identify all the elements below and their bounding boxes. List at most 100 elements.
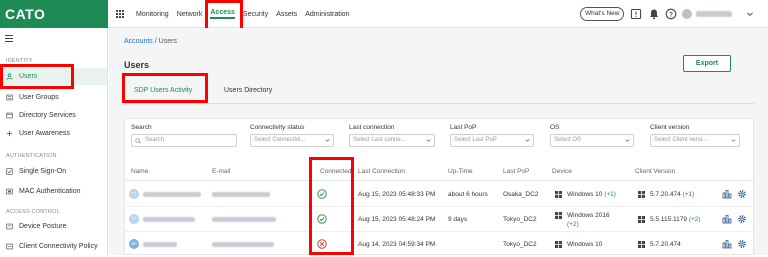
- device-value: Windows 10: [567, 241, 602, 248]
- filter-search-label: Search: [131, 124, 152, 131]
- error-circle-icon: [317, 239, 327, 249]
- user-avatar[interactable]: [682, 9, 692, 19]
- chevron-down-icon[interactable]: [746, 10, 754, 18]
- connectivity-status-select[interactable]: Select Connectivi...: [250, 134, 334, 147]
- sidebar-item-user-groups[interactable]: User Groups: [0, 89, 107, 106]
- chevron-down-icon: [325, 139, 330, 142]
- breadcrumb-accounts[interactable]: Accounts: [124, 38, 153, 45]
- last-pop-placeholder: Select Last PoP: [454, 137, 497, 143]
- svg-text:?: ?: [669, 11, 673, 18]
- section-access-control: ACCESS CONTROL: [6, 209, 60, 215]
- breadcrumb: Accounts / Users: [124, 38, 177, 45]
- col-connected[interactable]: Connected: [320, 168, 351, 175]
- nav-network[interactable]: Network: [177, 11, 203, 18]
- table-header: Name E-mail Connected Last Connection Up…: [125, 163, 753, 181]
- windows-icon: [555, 241, 562, 248]
- top-navigation: Monitoring Network Access Security Asset…: [136, 0, 358, 28]
- sidebar-item-device-posture[interactable]: Device Posture: [0, 218, 107, 235]
- nav-assets[interactable]: Assets: [276, 11, 297, 18]
- device-name: Windows 10: [567, 241, 603, 248]
- sidebar-item-label: Directory Services: [19, 112, 76, 119]
- client-version-value: 5.5.115.1179 (+2): [650, 216, 701, 223]
- last-pop-value: Osaka_DC2: [503, 191, 539, 198]
- bar-chart-icon[interactable]: [722, 214, 732, 224]
- plus-icon: [6, 130, 13, 137]
- email-redacted: [212, 242, 274, 247]
- avatar: TT: [129, 214, 139, 224]
- windows-icon: [555, 212, 562, 219]
- menu-icon[interactable]: [5, 35, 13, 42]
- windows-icon: [638, 216, 645, 223]
- col-up-time[interactable]: Up-Time: [448, 168, 473, 175]
- name-redacted: [143, 217, 195, 222]
- filter-last-connection-label: Last connection: [349, 124, 395, 131]
- tab-divider: [124, 103, 754, 104]
- sidebar-item-single-sign-on[interactable]: Single Sign-On: [0, 163, 107, 180]
- section-identity: IDENTITY: [6, 58, 33, 64]
- account-name-redacted[interactable]: [696, 11, 732, 17]
- last-connection-placeholder: Select Last conne...: [353, 137, 406, 143]
- client-extra-count[interactable]: (+2): [689, 216, 701, 223]
- col-last-pop[interactable]: Last PoP: [503, 168, 529, 175]
- mac-icon: [6, 188, 13, 195]
- notification-panel-icon[interactable]: [630, 8, 642, 20]
- device-name: Windows 10: [567, 191, 603, 198]
- nav-security[interactable]: Security: [243, 11, 268, 18]
- client-extra-count[interactable]: (+1): [683, 191, 695, 198]
- sidebar-item-directory-services[interactable]: Directory Services: [0, 107, 107, 124]
- avatar: BP: [129, 239, 139, 249]
- table-row[interactable]: TT Aug 15, 2023 05:48:33 PM about 6 hour…: [125, 182, 753, 207]
- col-device[interactable]: Device: [552, 168, 572, 175]
- tab-sdp-users-activity[interactable]: SDP Users Activity: [124, 81, 204, 103]
- bell-icon[interactable]: [648, 8, 660, 20]
- nav-access[interactable]: Access: [210, 9, 235, 19]
- brand-logo[interactable]: CATO: [0, 0, 108, 28]
- client-version-number: 5.7.20.474: [650, 241, 681, 248]
- last-connection-select[interactable]: Select Last conne...: [349, 134, 435, 147]
- filter-connectivity-label: Connectivity status: [250, 124, 305, 131]
- col-client-version[interactable]: Client Version: [635, 168, 675, 175]
- table-row[interactable]: BP Aug 14, 2023 04:59:34 PM Tokyo_DC2 Wi…: [125, 232, 753, 257]
- bar-chart-icon[interactable]: [722, 189, 732, 199]
- app-grid-icon[interactable]: [116, 10, 124, 18]
- table-row[interactable]: TT Aug 15, 2023 05:48:24 PM 9 days Tokyo…: [125, 207, 753, 232]
- connectivity-placeholder: Select Connectivi...: [254, 137, 306, 143]
- sidebar-item-client-connectivity-policy[interactable]: Client Connectivity Policy: [0, 238, 107, 255]
- sidebar-item-mac-authentication[interactable]: MAC Authentication: [0, 183, 107, 200]
- col-name[interactable]: Name: [131, 168, 148, 175]
- device-icon: [6, 223, 13, 230]
- sidebar-item-label: Client Connectivity Policy: [19, 243, 98, 250]
- col-last-connection[interactable]: Last Connection: [358, 168, 405, 175]
- filter-last-pop-label: Last PoP: [450, 124, 477, 131]
- tab-users-directory[interactable]: Users Directory: [214, 81, 282, 103]
- breadcrumb-separator: /: [154, 38, 157, 45]
- help-icon[interactable]: ?: [665, 8, 677, 20]
- client-version-select[interactable]: Select Client versi...: [650, 134, 740, 147]
- windows-icon: [638, 241, 645, 248]
- os-select[interactable]: Select OS: [550, 134, 634, 147]
- gear-icon[interactable]: [737, 239, 747, 249]
- gear-icon[interactable]: [737, 189, 747, 199]
- last-pop-select[interactable]: Select Last PoP: [450, 134, 534, 147]
- name-redacted: [143, 192, 201, 197]
- sidebar-item-user-awareness[interactable]: User Awareness: [0, 125, 107, 142]
- breadcrumb-current: Users: [158, 38, 177, 45]
- device-extra-count[interactable]: (+2): [567, 221, 579, 228]
- device-extra-count[interactable]: (+1): [604, 191, 616, 198]
- whats-new-button[interactable]: What's New: [580, 7, 625, 21]
- col-email[interactable]: E-mail: [212, 168, 230, 175]
- search-icon: [135, 138, 141, 144]
- sidebar-item-users[interactable]: Users: [0, 68, 107, 85]
- nav-monitoring[interactable]: Monitoring: [136, 11, 169, 18]
- bar-chart-icon[interactable]: [722, 239, 732, 249]
- nav-administration[interactable]: Administration: [305, 11, 349, 18]
- search-input[interactable]: Search: [131, 134, 237, 147]
- last-connection-value: Aug 14, 2023 04:59:34 PM: [358, 241, 436, 248]
- sidebar-item-label: User Awareness: [19, 130, 70, 137]
- sidebar-item-label: Users: [19, 73, 38, 80]
- export-button[interactable]: Export: [683, 55, 731, 72]
- chevron-down-icon: [625, 139, 630, 142]
- avatar: TT: [129, 189, 139, 199]
- filter-os-label: OS: [550, 124, 560, 131]
- gear-icon[interactable]: [737, 214, 747, 224]
